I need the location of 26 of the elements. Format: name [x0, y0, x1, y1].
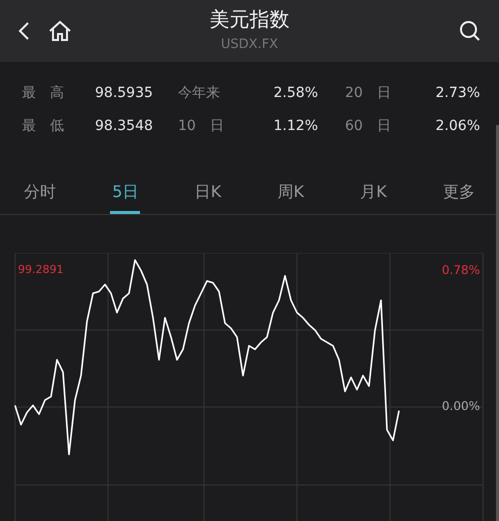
stat-value: 1.12%	[272, 118, 318, 134]
stat-label: 最 低	[22, 116, 65, 134]
period-tab[interactable]: 日K	[192, 178, 224, 214]
back-icon[interactable]	[18, 21, 30, 41]
period-tab[interactable]: 分时	[22, 178, 58, 214]
stat-value: 2.06%	[434, 118, 480, 134]
period-tab[interactable]: 更多	[440, 178, 477, 214]
percent-tick-label: 0.00%	[442, 399, 480, 414]
stat-label: 60 日	[345, 116, 392, 134]
search-icon[interactable]	[459, 20, 481, 42]
period-tab[interactable]: 5日	[110, 178, 140, 214]
stat-label: 20 日	[345, 84, 392, 102]
page-title: 美元指数	[210, 6, 290, 33]
stat-value: 2.58%	[272, 84, 318, 100]
stat-label: 最 高	[22, 84, 65, 102]
stat-label: 今年来	[178, 84, 221, 102]
period-tab[interactable]: 月K	[358, 178, 389, 214]
stat-value: 98.5935	[95, 84, 154, 100]
stat-value: 98.3548	[95, 118, 154, 134]
symbol-code: USDX.FX	[220, 37, 278, 52]
stat-label: 10 日	[178, 116, 225, 134]
percent-tick-label: 0.78%	[442, 262, 480, 277]
stat-value: 2.73%	[434, 84, 480, 100]
period-tab[interactable]: 周K	[275, 178, 306, 214]
high-price-label: 99.2891	[18, 263, 64, 276]
home-icon[interactable]	[48, 20, 72, 42]
